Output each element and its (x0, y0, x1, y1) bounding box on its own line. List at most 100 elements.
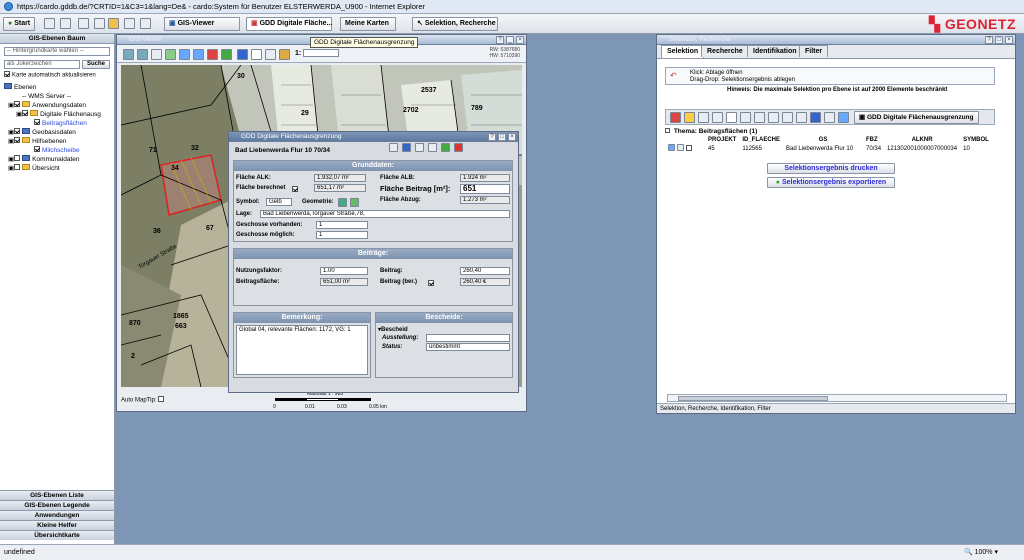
delete-icon[interactable] (454, 143, 463, 152)
info-icon[interactable] (677, 144, 684, 151)
geschosse-moeglich-select[interactable]: 1 (316, 231, 368, 239)
ausstellung-input[interactable] (426, 334, 510, 342)
print-selection-button[interactable]: Selektionsergebnis drucken (767, 163, 895, 174)
print-icon[interactable] (279, 49, 290, 60)
extent-icon[interactable] (165, 49, 176, 60)
settings-icon[interactable] (124, 18, 135, 29)
binoculars-icon[interactable] (782, 112, 793, 123)
help-icon[interactable]: ? (488, 133, 496, 141)
info-icon[interactable] (237, 49, 248, 60)
document-icon[interactable] (78, 18, 89, 29)
tree-item-ebenen[interactable]: Ebenen (4, 82, 110, 92)
folder-icon[interactable] (108, 18, 119, 29)
gdd-flaechenausgrenzung-button[interactable]: ▣ GDD Digitale Flächenausgrenzung (854, 111, 979, 124)
selektion-recherche-button[interactable]: ↖ Selektion, Recherche (412, 17, 498, 31)
tree-item-uebersicht[interactable]: ▣ Übersicht (4, 163, 110, 173)
tab-filter[interactable]: Filter (799, 45, 829, 57)
maximize-icon[interactable]: □ (498, 133, 506, 141)
tab-identifikation[interactable]: Identifikation (747, 45, 803, 57)
automaptip-checkbox[interactable] (158, 396, 165, 402)
lightbulb-icon[interactable] (684, 112, 695, 123)
accordion-gis-ebenen-legende[interactable]: GIS-Ebenen Legende (0, 500, 114, 510)
horizontal-scrollbar[interactable] (667, 394, 1007, 402)
tab-selektion[interactable]: Selektion (661, 45, 705, 58)
filter-icon[interactable] (740, 112, 751, 123)
forward-icon[interactable] (193, 49, 204, 60)
flaeche-beitrag-input[interactable]: 651 (460, 184, 510, 194)
drop-zone[interactable]: ↶ Klick: Ablage öffnen Drag-Drop: Selekt… (665, 67, 995, 85)
beitrag-ber-checkbox[interactable] (428, 280, 434, 287)
meine-karten-button[interactable]: Meine Karten (340, 17, 396, 31)
close-icon[interactable]: × (508, 133, 516, 141)
tree-item-beitragsflaechen[interactable]: Beitragsflächen (4, 118, 110, 128)
edit-icon[interactable] (712, 112, 723, 123)
close-icon[interactable]: × (1005, 36, 1013, 44)
bescheid-label[interactable]: ▾Bescheid (378, 326, 408, 333)
zoom-in-icon[interactable] (123, 49, 134, 60)
status-select[interactable]: unbestimmt (426, 343, 510, 351)
col-symbol[interactable]: SYMBOL (960, 136, 992, 144)
minimize-icon[interactable]: _ (506, 36, 514, 44)
zoom-out-icon[interactable] (137, 49, 148, 60)
zoom-icon[interactable] (428, 143, 437, 152)
accordion-anwendungen[interactable]: Anwendungen (0, 510, 114, 520)
background-map-select[interactable]: -- Hintergrundkarte wählen -- (4, 47, 110, 56)
tree-item-anwendungsdaten[interactable]: ▣ Anwendungsdaten (4, 100, 110, 110)
tree-item-kommunaldaten[interactable]: ▣ Kommunaldaten (4, 154, 110, 164)
zoom-level[interactable]: 🔍 100% ▾ (964, 545, 998, 560)
nutzungsfaktor-select[interactable]: 1.00 (320, 267, 368, 275)
tools-icon[interactable] (698, 112, 709, 123)
zoom-to-icon[interactable] (668, 144, 675, 151)
maximize-icon[interactable]: □ (995, 36, 1003, 44)
disk-icon[interactable] (810, 112, 821, 123)
book-icon[interactable] (796, 112, 807, 123)
tree-item-digitale-flaechen[interactable]: ▣ Digitale Flächenausg (4, 109, 110, 119)
tree-item-geobasisdaten[interactable]: ▣ Geobasisdaten (4, 127, 110, 137)
flaeche-berechnet-checkbox[interactable] (292, 186, 298, 193)
row-checkbox[interactable] (686, 145, 692, 152)
cut-icon[interactable] (754, 112, 765, 123)
tab-recherche[interactable]: Recherche (701, 45, 749, 57)
col-alknr[interactable]: ALKNR (884, 136, 960, 144)
pin-icon[interactable] (389, 143, 398, 152)
lage-input[interactable]: Bad Liebenwerda,Torgauer Straße,78, (260, 210, 510, 218)
export-selection-button[interactable]: ● Selektionsergebnis exportieren (767, 177, 895, 188)
close-icon[interactable]: × (516, 36, 524, 44)
geometry-edit-icon[interactable] (338, 198, 347, 207)
home-icon[interactable] (44, 18, 55, 29)
geometry-add-icon[interactable] (350, 198, 359, 207)
magnifier-icon[interactable] (670, 112, 681, 123)
gis-viewer-button[interactable]: ▣ GIS-Viewer (164, 17, 240, 31)
table-row[interactable]: 45 112565 Bad Liebenwerda Flur 10 70/34 … (665, 144, 992, 153)
blank-icon[interactable] (726, 112, 737, 123)
save-icon[interactable] (441, 143, 450, 152)
table-icon[interactable] (768, 112, 779, 123)
scrollbar-thumb[interactable] (678, 396, 828, 401)
tree-item-milchscheibe[interactable]: Milchscheibe (4, 145, 110, 155)
help-icon[interactable]: ? (985, 36, 993, 44)
auto-update-checkbox[interactable] (4, 71, 10, 77)
thema-title[interactable]: Thema: Beitragsflächen (1) (665, 127, 1015, 136)
col-projekt[interactable]: PROJEKT (705, 136, 739, 144)
search-button[interactable]: Suche (81, 60, 110, 69)
page-icon[interactable] (94, 18, 105, 29)
col-gs[interactable]: GS (783, 136, 863, 144)
beitrag-input[interactable]: 260,40 (460, 267, 510, 275)
back-icon[interactable] (179, 49, 190, 60)
tree-item-hilfsebenen[interactable]: ▣ Hilfsebenen (4, 136, 110, 146)
scale-select[interactable] (303, 49, 339, 57)
refresh-icon[interactable] (838, 112, 849, 123)
key-icon[interactable] (60, 18, 71, 29)
geschosse-vorhanden-select[interactable]: 1 (316, 221, 368, 229)
copy-icon[interactable] (824, 112, 835, 123)
col-id-flaeche[interactable]: ID_FLAECHE (739, 136, 783, 144)
stop-icon[interactable] (207, 49, 218, 60)
gdd-flaeche-button[interactable]: ▣ GDD Digitale Fläche... (246, 17, 332, 31)
accordion-gis-ebenen-liste[interactable]: GIS-Ebenen Liste (0, 490, 114, 500)
pan-icon[interactable] (151, 49, 162, 60)
help-icon[interactable]: ? (496, 36, 504, 44)
start-button[interactable]: ● Start (3, 17, 36, 31)
tree-item-wms[interactable]: -- WMS Server -- (4, 92, 110, 101)
layer-search-input[interactable]: als Jokerzeichen (4, 60, 80, 69)
accordion-kleine-helfer[interactable]: Kleine Helfer (0, 520, 114, 530)
